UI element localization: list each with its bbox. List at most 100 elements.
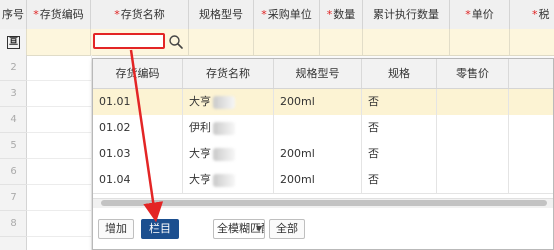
row-number: 2	[10, 62, 17, 73]
cumulative-qty-cell	[363, 29, 450, 55]
row-divider	[0, 132, 27, 133]
col-header-label: 税	[538, 8, 550, 21]
lookup-row[interactable]: 01.02 伊利 否	[93, 115, 553, 142]
required-mark: *	[532, 8, 538, 21]
lookup-name-text: 大亨	[189, 147, 211, 160]
lookup-col-retail-price[interactable]: 零售价	[437, 59, 509, 88]
col-header-unit-price[interactable]: *单价	[450, 0, 510, 29]
col-header-label: 单价	[471, 8, 494, 21]
lookup-cell-spec-model: 200ml	[274, 141, 362, 167]
add-button[interactable]: 增加	[98, 219, 134, 239]
inventory-lookup-panel: 存货编码 存货名称 规格型号 规格 零售价 01.01 大亨 200ml 否 0…	[92, 58, 554, 250]
lookup-cell-code: 01.04	[93, 167, 183, 193]
col-header-tax[interactable]: *税	[510, 0, 554, 29]
lookup-cell-code: 01.02	[93, 115, 183, 141]
purchase-unit-cell[interactable]	[254, 29, 320, 55]
lookup-cell-spec: 否	[362, 115, 437, 141]
lookup-cell-retail-price	[437, 167, 509, 193]
row-divider	[0, 210, 27, 211]
row-divider	[0, 236, 27, 237]
row-divider	[0, 184, 27, 185]
required-mark: *	[465, 8, 471, 21]
lookup-col-name[interactable]: 存货名称	[183, 59, 274, 88]
row-number: 8	[10, 218, 17, 229]
search-icon[interactable]	[168, 34, 184, 50]
lookup-header-row: 存货编码 存货名称 规格型号 规格 零售价	[93, 59, 553, 89]
lookup-col-code[interactable]: 存货编码	[93, 59, 183, 88]
col-header-label: 数量	[333, 8, 356, 21]
row-divider	[0, 158, 27, 159]
lookup-cell-blank	[509, 141, 553, 167]
lookup-name-text: 伊利	[189, 121, 211, 134]
lookup-row[interactable]: 01.03 大亨 200ml 否	[93, 141, 553, 168]
lookup-cell-blank	[509, 89, 553, 115]
lookup-cell-spec-model: 200ml	[274, 89, 362, 115]
row-number: 3	[10, 88, 17, 99]
quantity-cell[interactable]	[320, 29, 363, 55]
lookup-cell-retail-price	[437, 89, 509, 115]
row-number: 4	[10, 114, 17, 125]
lookup-cell-name: 大亨	[183, 167, 274, 193]
grid-header-row: 序号 *存货编码 *存货名称 规格型号 *采购单位 *数量 累计执行数量 *单价…	[0, 0, 554, 30]
row-number: 5	[10, 140, 17, 151]
lookup-cell-spec-model: 200ml	[274, 167, 362, 193]
tax-cell[interactable]	[510, 29, 554, 55]
lookup-col-blank	[509, 59, 553, 88]
lookup-cell-name: 大亨	[183, 141, 274, 167]
redacted-text	[213, 173, 235, 187]
lookup-cell-blank	[509, 167, 553, 193]
col-header-quantity[interactable]: *数量	[320, 0, 363, 29]
lookup-cell-code: 01.01	[93, 89, 183, 115]
lookup-cell-spec-model	[274, 115, 362, 141]
chevron-down-icon[interactable]: ▼	[256, 224, 262, 233]
spec-model-cell[interactable]	[189, 29, 254, 55]
lookup-cell-spec: 否	[362, 89, 437, 115]
row-number: 7	[10, 192, 17, 203]
col-header-purchase-unit[interactable]: *采购单位	[254, 0, 320, 29]
horizontal-scrollbar[interactable]	[93, 198, 553, 208]
col-header-label: 采购单位	[267, 8, 312, 21]
unit-price-cell[interactable]	[450, 29, 510, 55]
lookup-name-text: 大亨	[189, 95, 211, 108]
scrollbar-thumb[interactable]	[101, 200, 547, 206]
redacted-text	[213, 147, 235, 161]
lookup-name-text: 大亨	[189, 173, 211, 186]
col-header-label: 规格型号	[199, 8, 243, 21]
required-mark: *	[33, 8, 39, 21]
col-header-label: 存货名称	[120, 8, 165, 21]
required-mark: *	[114, 8, 120, 21]
lookup-cell-blank	[509, 115, 553, 141]
lookup-cell-name: 大亨	[183, 89, 274, 115]
redacted-text	[213, 95, 235, 109]
lookup-cell-retail-price	[437, 115, 509, 141]
required-mark: *	[261, 8, 267, 21]
row-divider	[0, 80, 27, 81]
lookup-col-spec[interactable]: 规格	[362, 59, 437, 88]
lookup-cell-spec: 否	[362, 167, 437, 193]
col-header-spec-model[interactable]: 规格型号	[189, 0, 254, 29]
lookup-row[interactable]: 01.04 大亨 200ml 否	[93, 167, 553, 194]
lookup-cell-name: 伊利	[183, 115, 274, 141]
col-header-label: 序号	[2, 8, 24, 21]
col-header-label: 存货编码	[39, 8, 84, 21]
lookup-col-spec-model[interactable]: 规格型号	[274, 59, 362, 88]
col-header-inventory-name[interactable]: *存货名称	[91, 0, 189, 29]
all-button[interactable]: 全部	[269, 219, 305, 239]
row-divider	[0, 106, 27, 107]
col-header-label: 累计执行数量	[373, 8, 439, 21]
col-header-seq[interactable]: 序号	[0, 0, 27, 29]
lookup-row[interactable]: 01.01 大亨 200ml 否	[93, 89, 553, 116]
columns-button[interactable]: 栏目	[141, 219, 179, 239]
inventory-code-cell[interactable]	[27, 29, 91, 55]
row-number: 6	[10, 166, 17, 177]
lookup-cell-spec: 否	[362, 141, 437, 167]
inventory-name-input[interactable]	[93, 33, 165, 49]
insert-row-icon[interactable]: 亘	[7, 36, 20, 49]
required-mark: *	[326, 8, 333, 21]
grid-row-active	[0, 29, 554, 56]
lookup-cell-retail-price	[437, 141, 509, 167]
lookup-toolbar: 增加 栏目 全模糊匹配 ▼ 全部	[93, 208, 553, 249]
col-header-cumulative-qty[interactable]: 累计执行数量	[363, 0, 450, 29]
col-header-inventory-code[interactable]: *存货编码	[27, 0, 91, 29]
lookup-cell-code: 01.03	[93, 141, 183, 167]
